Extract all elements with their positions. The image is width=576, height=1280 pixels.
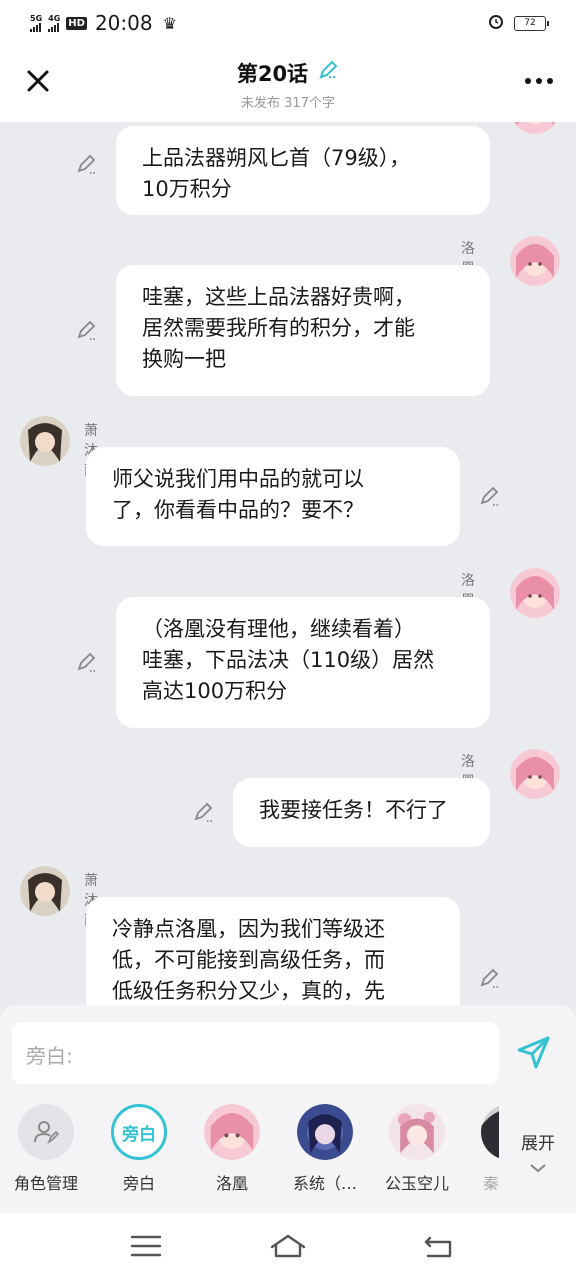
top-app-bar: 第20话 未发布 317个字: [0, 46, 576, 122]
composer-panel: 旁白: 角色管理 旁白 旁白 洛凰 系统（… 公玉空儿 秦 展开: [0, 1005, 576, 1213]
chapter-title-row[interactable]: 第20话: [0, 58, 576, 88]
role-narration-avatar: 旁白: [111, 1104, 167, 1160]
edit-message-icon[interactable]: [478, 967, 502, 991]
chevron-down-icon: [506, 1158, 570, 1177]
alarm-icon: [488, 12, 504, 34]
system-nav-bar: [0, 1213, 576, 1280]
avatar[interactable]: [510, 122, 560, 134]
message-line: 10万积分: [142, 177, 232, 201]
home-button[interactable]: [268, 1229, 308, 1263]
page-title: 第20话: [236, 62, 309, 86]
send-button[interactable]: [514, 1032, 554, 1072]
edit-message-icon[interactable]: [75, 319, 99, 343]
role-label: 角色管理: [13, 1174, 78, 1193]
role-label: 洛凰: [215, 1174, 248, 1193]
expand-roles-button[interactable]: 展开: [506, 1129, 570, 1177]
role-system-avatar: [297, 1104, 353, 1160]
message-line: 我要接任务！不行了: [259, 798, 448, 822]
message-bubble[interactable]: 上品法器朔风匕首（79级）， 10万积分: [116, 126, 490, 215]
edit-message-icon[interactable]: [192, 801, 216, 825]
back-button[interactable]: [418, 1229, 458, 1263]
chapter-status: 未发布 317个字: [241, 96, 335, 111]
role-luohuang[interactable]: 洛凰: [187, 1100, 277, 1194]
message-bubble[interactable]: 我要接任务！不行了: [233, 778, 490, 847]
more-icon: [525, 78, 553, 84]
message-line: 居然需要我所有的积分，才能: [142, 316, 415, 340]
edit-title-icon[interactable]: [317, 59, 339, 86]
hd-voice-icon: HD: [66, 16, 87, 30]
message-line: 哇塞，下品法决（110级）居然: [142, 648, 435, 672]
message-bubble[interactable]: 冷静点洛凰，因为我们等级还 低，不可能接到高级任务，而 低级任务积分又少，真的，…: [86, 897, 460, 1005]
role-narration[interactable]: 旁白 旁白: [94, 1100, 184, 1194]
send-icon: [517, 1036, 550, 1069]
signal-5g-icon: 5G: [30, 14, 42, 32]
menu-icon: [130, 1235, 162, 1257]
message-line: 哇塞，这些上品法器好贵啊，: [142, 285, 415, 309]
avatar[interactable]: [20, 866, 70, 916]
avatar[interactable]: [510, 749, 560, 799]
message-input[interactable]: 旁白:: [12, 1022, 499, 1084]
status-time: 20:08: [94, 11, 153, 35]
message-line: 换购一把: [142, 347, 226, 371]
avatar[interactable]: [510, 568, 560, 618]
message-bubble[interactable]: （洛凰没有理他，继续看着） 哇塞，下品法决（110级）居然 高达100万积分: [116, 597, 490, 728]
message-bubble[interactable]: 师父说我们用中品的就可以 了，你看看中品的？要不？: [86, 447, 460, 546]
user-edit-icon: [34, 1121, 60, 1145]
message-line: 高达100万积分: [142, 679, 288, 703]
role-label: 旁白: [122, 1174, 155, 1193]
edit-message-icon[interactable]: [75, 651, 99, 675]
role-qin[interactable]: 秦: [465, 1100, 499, 1194]
role-qin-avatar: [481, 1104, 499, 1160]
role-manage-avatar: [18, 1104, 74, 1160]
message-line: 上品法器朔风匕首（79级），: [142, 146, 411, 170]
role-gongyu-avatar: [389, 1104, 445, 1160]
edit-message-icon[interactable]: [478, 485, 502, 509]
message-line: 低，不可能接到高级任务，而: [112, 948, 385, 972]
message-line: （洛凰没有理他，继续看着）: [142, 617, 415, 641]
role-luohuang-avatar: [204, 1104, 260, 1160]
avatar[interactable]: [20, 416, 70, 466]
crown-icon: ♛: [162, 13, 177, 33]
role-label: 秦: [482, 1174, 499, 1193]
message-line: 冷静点洛凰，因为我们等级还: [112, 917, 385, 941]
message-line: 了，你看看中品的？要不？: [112, 498, 364, 522]
message-line: 低级任务积分又少，真的，先: [112, 979, 385, 1003]
expand-label: 展开: [521, 1134, 555, 1154]
role-selector: 角色管理 旁白 旁白 洛凰 系统（… 公玉空儿 秦: [0, 1100, 576, 1200]
signal-4g-icon: 4G: [48, 14, 60, 32]
more-options-button[interactable]: [524, 68, 554, 88]
avatar[interactable]: [510, 236, 560, 286]
home-icon: [270, 1234, 306, 1258]
message-line: 师父说我们用中品的就可以: [112, 467, 364, 491]
role-gongyu[interactable]: 公玉空儿: [372, 1100, 462, 1194]
message-list[interactable]: 上品法器朔风匕首（79级）， 10万积分 洛凰 哇塞，这些上品法器好贵啊， 居然…: [0, 122, 576, 1005]
battery-icon: 72: [514, 15, 549, 31]
back-icon: [424, 1236, 452, 1258]
edit-message-icon[interactable]: [75, 153, 99, 177]
recent-apps-button[interactable]: [126, 1229, 166, 1263]
status-bar: 5G 4G HD 20:08 ♛ 72: [0, 0, 576, 46]
role-label: 公玉空儿: [384, 1174, 449, 1193]
message-bubble[interactable]: 哇塞，这些上品法器好贵啊， 居然需要我所有的积分，才能 换购一把: [116, 265, 490, 396]
role-system[interactable]: 系统（…: [280, 1100, 370, 1194]
role-label: 系统（…: [292, 1174, 357, 1193]
role-manage[interactable]: 角色管理: [1, 1100, 91, 1194]
